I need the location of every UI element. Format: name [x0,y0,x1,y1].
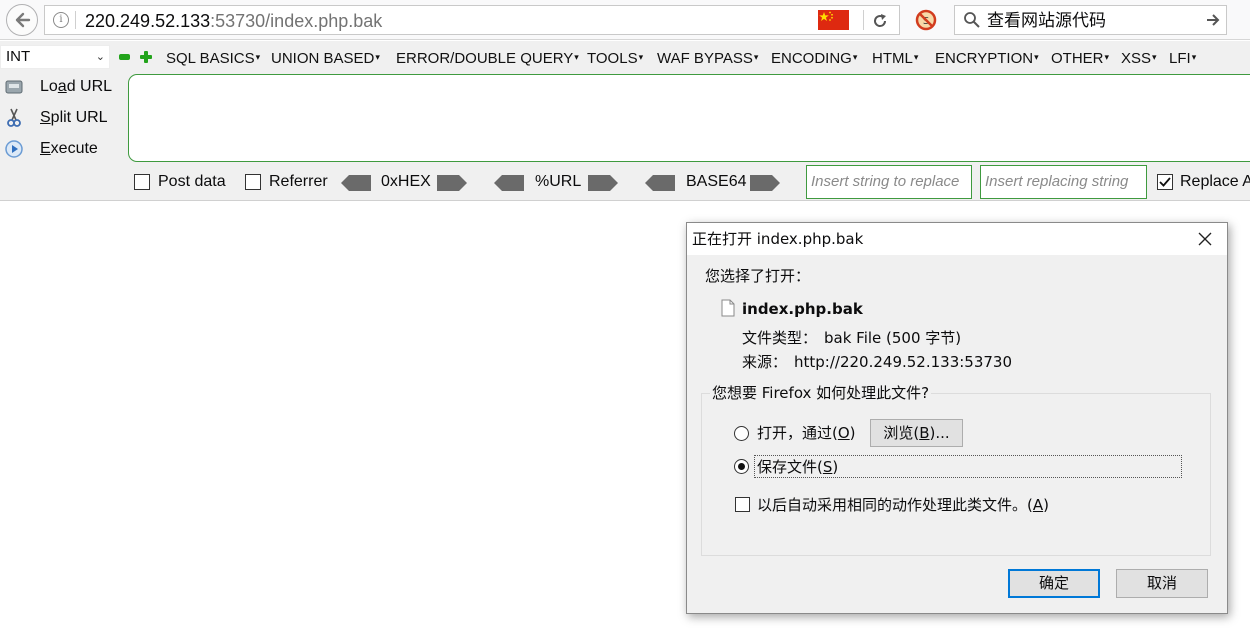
menu-other[interactable]: OTHER▾ [1051,47,1109,69]
auto-action-label: 以后自动采用相同的动作处理此类文件。(A) [757,496,1049,514]
save-file-label: 保存文件(S) [757,458,839,476]
post-data-checkbox[interactable] [134,174,150,190]
type-select-value: INT [6,48,31,65]
action-question: 您想要 Firefox 如何处理此文件? [710,384,932,402]
url-encode-label: %URL [535,173,582,190]
chevron-down-icon: ⌄ [95,51,105,63]
info-icon[interactable]: i [53,12,69,28]
go-arrow-icon[interactable] [1205,11,1221,29]
url-host: 220.249.52.133 [85,11,211,31]
url-path: :53730/index.php.bak [210,11,383,31]
execute-button[interactable]: Execute [0,134,122,162]
chosen-label: 您选择了打开： [705,267,811,285]
base64-decode-button[interactable] [645,175,675,191]
close-button[interactable] [1193,229,1217,249]
file-type-value: bak File (500 字节) [824,329,962,347]
menu-error-double-query[interactable]: ERROR/DOUBLE QUERY▾ [396,47,579,69]
file-type-label: 文件类型： [742,329,818,347]
ok-button[interactable]: 确定 [1008,569,1100,598]
open-file-dialog: 正在打开 index.php.bak 您选择了打开： index.php.bak… [686,222,1228,614]
search-input-text: 查看网站源代码 [987,11,1106,31]
hex-label: 0xHEX [381,173,431,190]
type-select[interactable]: INT ⌄ [0,45,110,69]
post-data-label: Post data [158,173,226,190]
source-label: 来源： [742,353,788,371]
menu-lfi[interactable]: LFI▾ [1169,47,1196,69]
source-value: http://220.249.52.133:53730 [794,353,1013,371]
menu-tools[interactable]: TOOLS▾ [587,47,643,69]
close-icon [1198,232,1212,246]
base64-encode-button[interactable] [750,175,780,191]
reload-icon [874,14,887,27]
open-with-label: 打开，通过(O) [757,424,856,442]
plus-icon[interactable] [140,51,152,63]
hackbar-menu-bar: INT ⌄ SQL BASICS▾ UNION BASED▾ ERROR/DOU… [0,41,1250,71]
replace-with-input[interactable]: Insert replacing string [980,165,1147,199]
hex-encode-button[interactable] [437,175,467,191]
hex-decode-button[interactable] [341,175,371,191]
dialog-titlebar[interactable]: 正在打开 index.php.bak [687,223,1227,255]
dialog-title: 正在打开 index.php.bak [692,230,864,248]
url-encode-button[interactable] [588,175,618,191]
address-bar[interactable]: i 220.249.52.133:53730/index.php.bak [44,5,900,35]
checkmark-icon [1159,177,1171,187]
minus-icon[interactable] [119,54,130,60]
save-file-radio[interactable] [734,459,749,474]
load-url-button[interactable]: Load URL [0,72,122,100]
replace-all-checkbox[interactable] [1157,174,1173,190]
base64-label: BASE64 [686,173,747,190]
navigation-toolbar: i 220.249.52.133:53730/index.php.bak S [0,0,1250,40]
split-url-button[interactable]: Split URL [0,103,122,131]
url-textarea[interactable] [128,74,1250,162]
scissors-icon [7,108,21,127]
play-icon [5,140,23,158]
file-icon [721,299,735,317]
noscript-icon: S [915,9,937,31]
cancel-button[interactable]: 取消 [1116,569,1208,598]
china-flag-icon[interactable] [818,10,849,30]
noscript-button[interactable]: S [912,6,940,34]
menu-xss[interactable]: XSS▾ [1121,47,1157,69]
search-icon [964,12,980,28]
menu-encryption[interactable]: ENCRYPTION▾ [935,47,1039,69]
menu-html[interactable]: HTML▾ [872,47,918,69]
radio-selected-dot [738,463,745,470]
reload-button[interactable] [867,8,893,34]
menu-union-based[interactable]: UNION BASED▾ [271,47,380,69]
referrer-checkbox[interactable] [245,174,261,190]
reload-divider [863,10,864,30]
url-decode-button[interactable] [494,175,524,191]
back-arrow-icon [15,12,31,28]
referrer-label: Referrer [269,173,328,190]
replace-all-label: Replace All [1180,173,1250,190]
back-button[interactable] [6,4,38,36]
file-name: index.php.bak [742,300,863,318]
load-url-icon [5,80,23,94]
replace-search-input[interactable]: Insert string to replace [806,165,972,199]
menu-sql-basics[interactable]: SQL BASICS▾ [166,47,260,69]
menu-encoding[interactable]: ENCODING▾ [771,47,857,69]
url-text[interactable]: 220.249.52.133:53730/index.php.bak [85,10,382,32]
browse-button[interactable]: 浏览(B)... [870,419,963,447]
menu-waf-bypass[interactable]: WAF BYPASS▾ [657,47,758,69]
url-divider [75,11,76,29]
open-with-radio[interactable] [734,426,749,441]
search-bar[interactable]: 查看网站源代码 [954,5,1227,35]
auto-action-checkbox[interactable] [735,497,750,512]
hackbar-panel: Load URL Split URL Execute Post data Ref… [0,71,1250,201]
